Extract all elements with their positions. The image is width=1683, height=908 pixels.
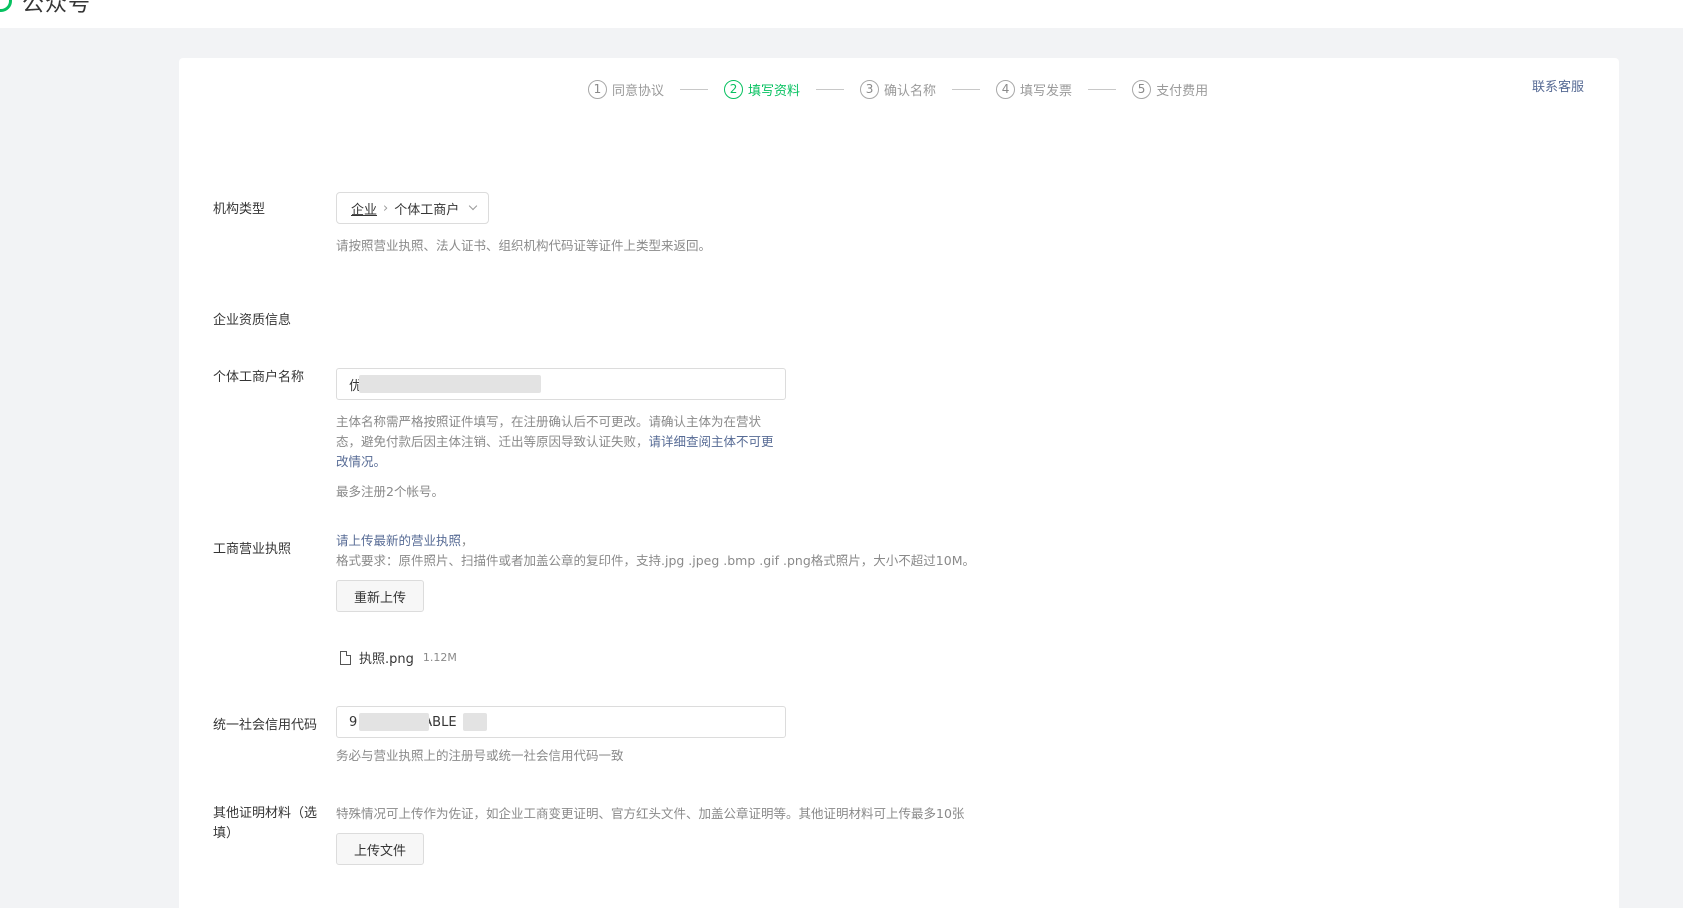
label-line: 其他证明材料（选: [213, 806, 318, 821]
step-payment: 5 支付费用: [1132, 79, 1209, 99]
license-latest-link[interactable]: 请上传最新的营业执照: [336, 533, 461, 548]
step-fill-info: 2 填写资料: [724, 79, 801, 99]
app-title: 公众号: [22, 0, 92, 17]
redacted-block: [359, 713, 429, 731]
entity-rules-link[interactable]: 请详细查阅主体不可更: [649, 434, 774, 449]
step-confirm-name: 3 确认名称: [860, 79, 937, 99]
business-name-hint: 主体名称需严格按照证件填写，在注册确认后不可更改。请确认主体为在营状 态，避免付…: [336, 412, 786, 472]
step-label: 填写发票: [1020, 83, 1073, 99]
reupload-button[interactable]: 重新上传: [336, 580, 425, 612]
file-icon: [340, 650, 351, 665]
step-label: 确认名称: [884, 83, 937, 99]
file-size: 1.12M: [422, 651, 457, 664]
contact-support-link[interactable]: 联系客服: [1532, 76, 1584, 95]
license-upload-hint: 请上传最新的营业执照，: [336, 531, 474, 551]
step-connector: [952, 88, 981, 90]
org-type-level-1: 企业: [351, 202, 378, 218]
credit-code-input[interactable]: 9 ABLE 89: [336, 706, 786, 738]
license-label: 工商营业执照: [213, 542, 292, 557]
credit-code-prefix: 9: [349, 714, 358, 730]
other-materials-hint: 特殊情况可上传作为佐证，如企业工商变更证明、官方红头文件、加盖公章证明等。其他证…: [336, 806, 965, 821]
chevron-down-icon: [468, 203, 478, 213]
step-number: 1: [588, 79, 607, 99]
credit-code-label: 统一社会信用代码: [213, 718, 318, 733]
license-format-hint: 格式要求：原件照片、扫描件或者加盖公章的复印件，支持.jpg .jpeg .bm…: [336, 553, 975, 568]
account-limit-note: 最多注册2个帐号。: [336, 484, 444, 499]
other-materials-label: 其他证明材料（选 填）: [213, 804, 323, 844]
step-agree: 1 同意协议: [588, 79, 665, 99]
org-type-label: 机构类型: [213, 202, 266, 217]
progress-steps: 1 同意协议 2 填写资料 3 确认名称 4 填写发票 5 支付费用: [588, 77, 1208, 101]
file-name[interactable]: 执照.png: [359, 648, 414, 667]
step-invoice: 4 填写发票: [996, 79, 1073, 99]
step-number: 3: [860, 79, 880, 99]
redacted-block: [359, 375, 541, 393]
org-type-select[interactable]: 企业 › 个体工商户: [336, 192, 489, 224]
top-bar: 公众号: [0, 0, 1683, 28]
registration-form-card: 1 同意协议 2 填写资料 3 确认名称 4 填写发票 5 支付费用 联系客服 …: [179, 58, 1619, 908]
step-number: 2: [724, 79, 744, 99]
redacted-block: [463, 713, 487, 731]
step-number: 4: [996, 79, 1016, 99]
breadcrumb-separator-icon: ›: [383, 200, 389, 216]
hint-line: 主体名称需严格按照证件填写，在注册确认后不可更改。请确认主体为在营状: [336, 414, 762, 429]
org-type-hint: 请按照营业执照、法人证书、组织机构代码证等证件上类型来返回。: [336, 238, 712, 253]
step-connector: [816, 88, 845, 90]
wechat-logo-icon: [0, 0, 12, 12]
uploaded-file-item: 执照.png 1.12M: [340, 648, 457, 667]
org-type-level-2: 个体工商户: [394, 202, 460, 218]
step-number: 5: [1132, 79, 1152, 99]
step-label: 同意协议: [612, 83, 665, 99]
hint-text: 态，避免付款后因主体注销、迁出等原因导致认证失败，: [336, 434, 649, 449]
step-connector: [1088, 88, 1117, 90]
hint-line: 态，避免付款后因主体注销、迁出等原因导致认证失败，请详细查阅主体不可更: [336, 432, 786, 452]
step-label: 支付费用: [1156, 83, 1209, 99]
hint-punct: ，: [461, 533, 474, 548]
business-name-input[interactable]: 优: [336, 368, 786, 400]
step-label: 填写资料: [748, 83, 801, 99]
section-title: 企业资质信息: [213, 313, 292, 328]
label-line: 填）: [213, 826, 240, 841]
business-name-label: 个体工商户名称: [213, 370, 305, 385]
entity-rules-link[interactable]: 改情况。: [336, 452, 786, 472]
upload-file-button[interactable]: 上传文件: [336, 833, 425, 865]
step-connector: [680, 88, 709, 90]
credit-code-hint: 务必与营业执照上的注册号或统一社会信用代码一致: [336, 748, 624, 763]
